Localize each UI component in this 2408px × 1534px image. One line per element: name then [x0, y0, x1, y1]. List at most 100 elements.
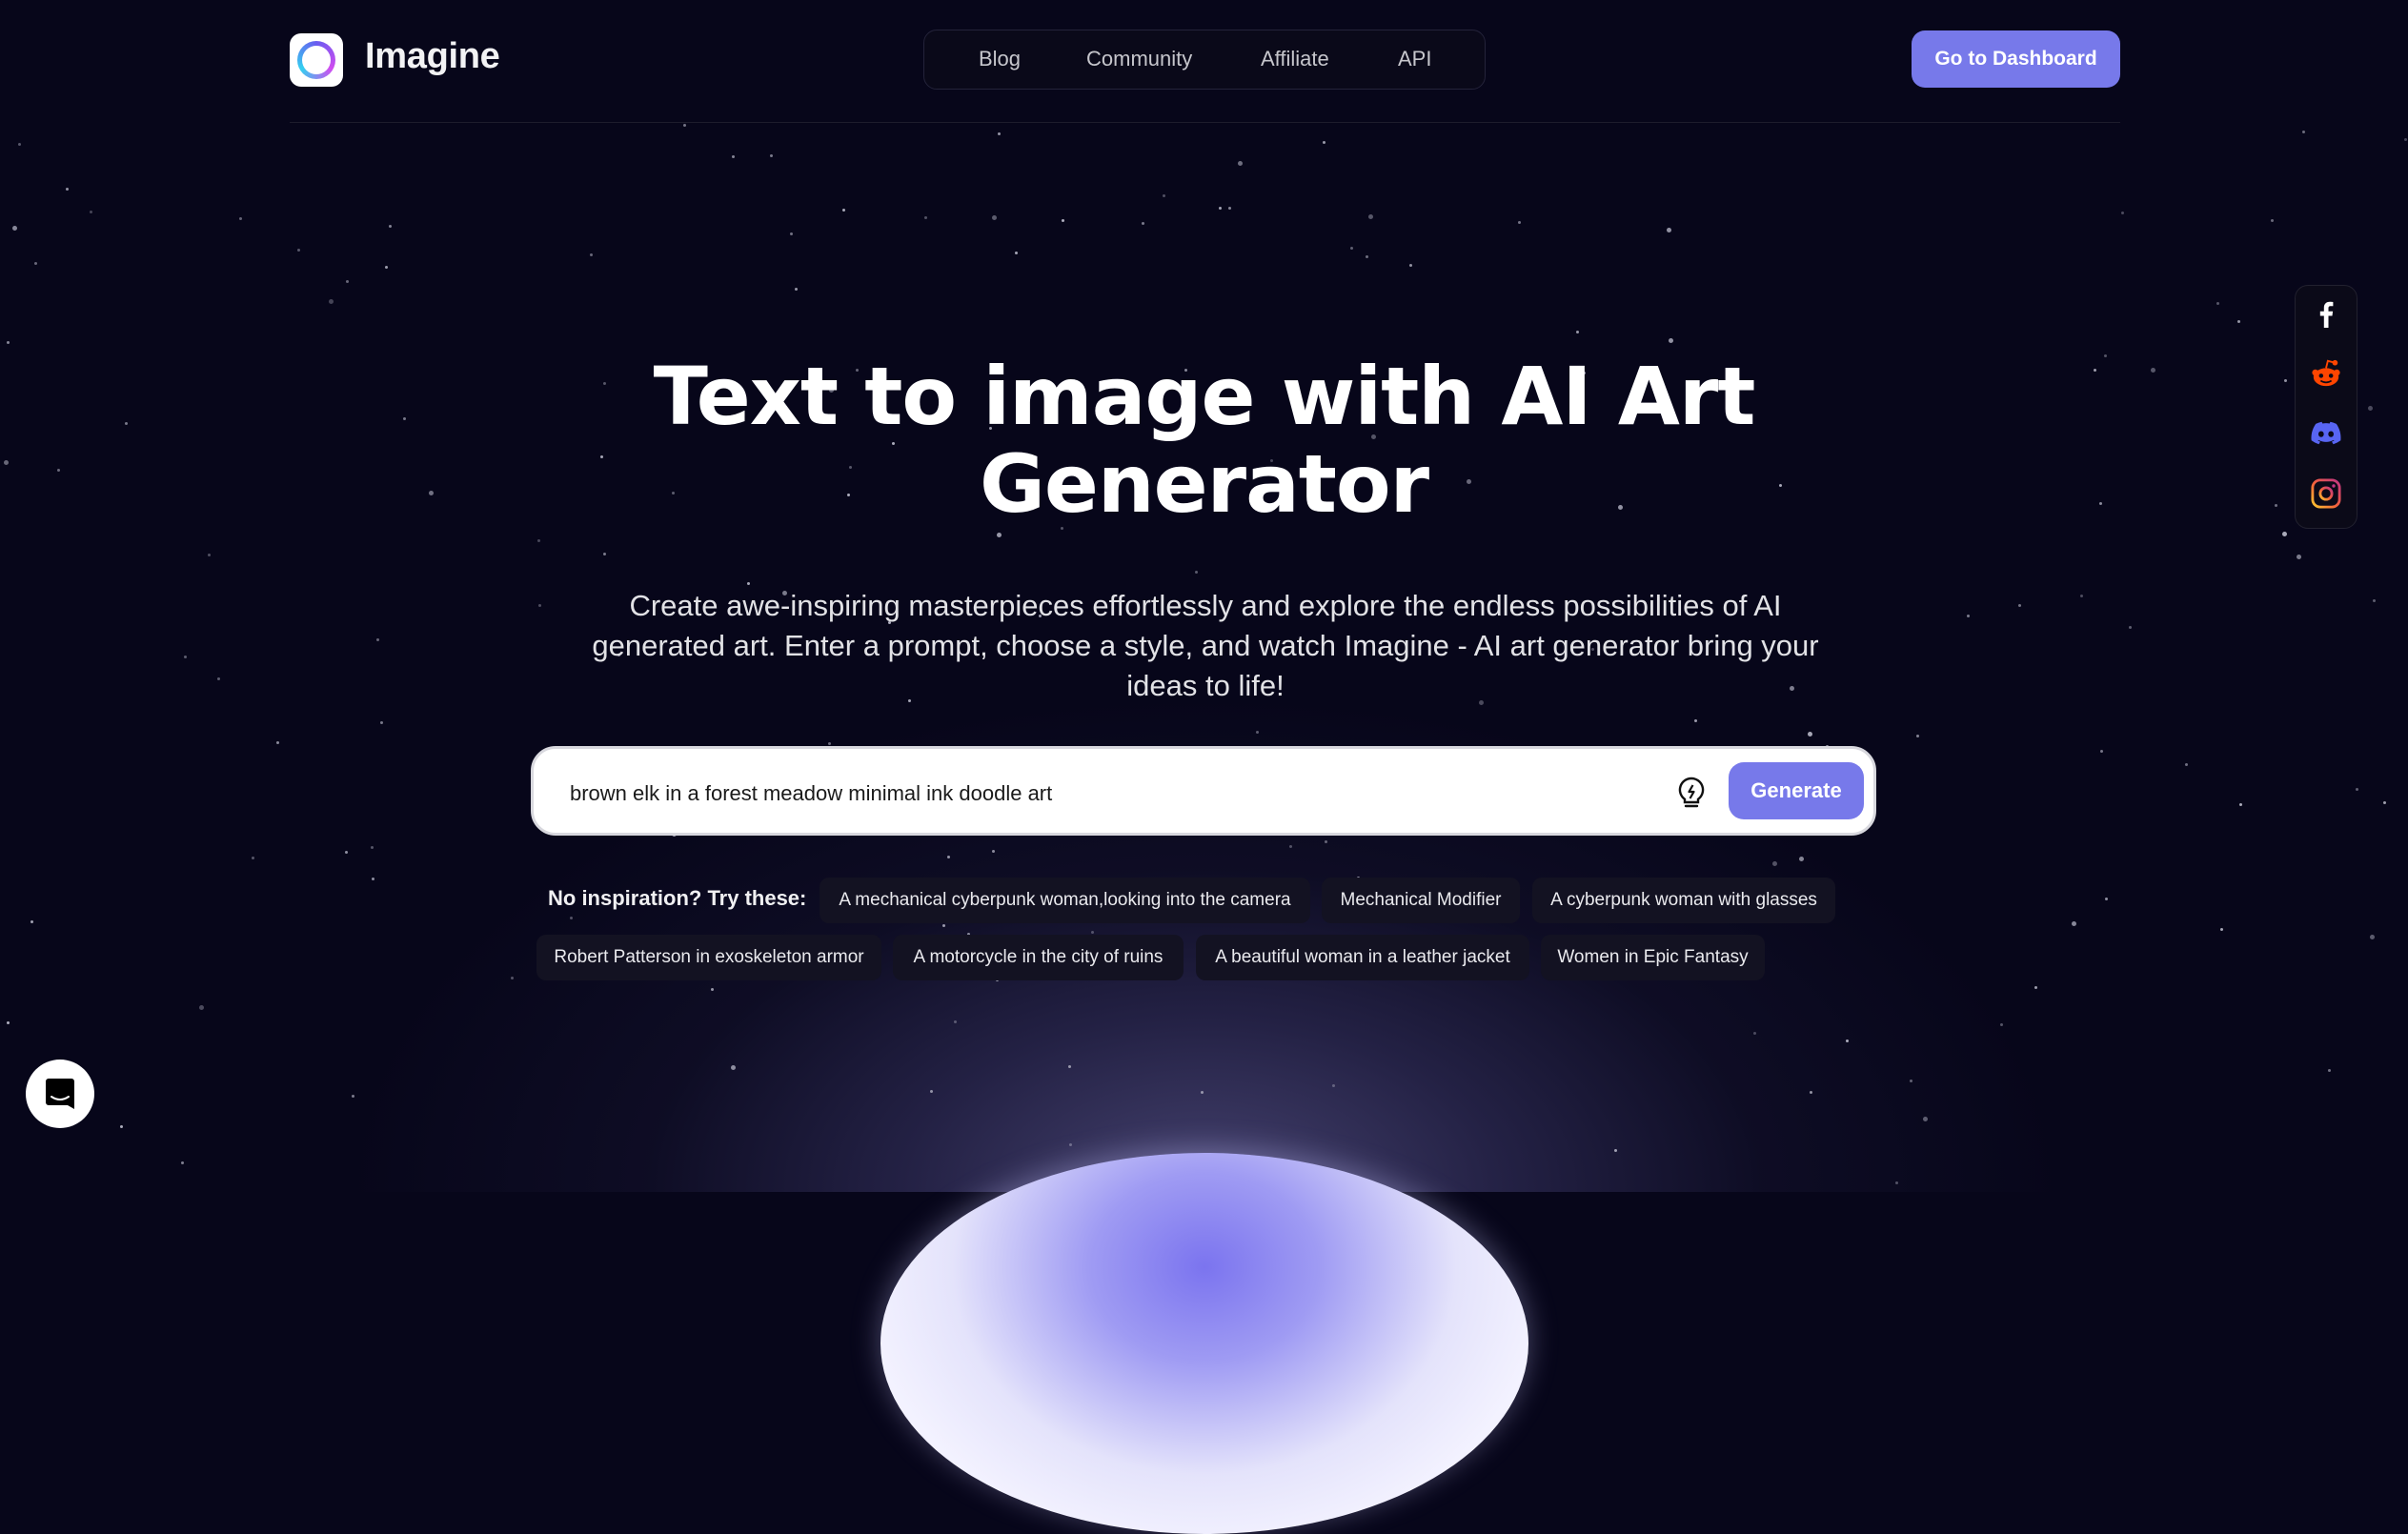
generate-button[interactable]: Generate — [1729, 762, 1864, 819]
star — [1368, 214, 1373, 219]
star — [120, 1125, 123, 1128]
star — [1810, 1091, 1812, 1094]
star — [352, 1095, 354, 1098]
star — [2237, 320, 2240, 323]
star — [992, 215, 997, 220]
inspiration-label: No inspiration? Try these: — [548, 886, 807, 910]
star — [376, 638, 379, 641]
star — [998, 132, 1001, 135]
star — [2239, 803, 2242, 806]
star — [590, 253, 593, 256]
star — [1091, 931, 1094, 934]
star — [1219, 207, 1222, 210]
star — [2018, 604, 2021, 607]
star — [380, 721, 383, 724]
chat-smile-icon — [46, 1079, 74, 1109]
star — [34, 262, 37, 265]
star — [711, 988, 714, 991]
star — [511, 977, 514, 979]
star — [66, 188, 69, 191]
star — [947, 856, 950, 858]
star — [1753, 1032, 1756, 1035]
brand-name[interactable]: Imagine — [365, 36, 500, 77]
star — [276, 741, 279, 744]
star — [2105, 898, 2108, 900]
suggestion-chip[interactable]: Robert Patterson in exoskeleton armor — [536, 935, 881, 980]
star — [2080, 595, 2083, 597]
hero-title-line1: Text to image with AI Art — [653, 350, 1756, 443]
star — [1325, 840, 1327, 843]
chat-widget-button[interactable] — [26, 1060, 94, 1128]
star — [2000, 1023, 2003, 1026]
hero-title-line2: Generator — [979, 437, 1429, 531]
star — [1163, 194, 1165, 197]
star — [732, 155, 735, 158]
star — [1614, 1149, 1617, 1152]
header-divider — [290, 122, 2120, 123]
nav-affiliate[interactable]: Affiliate — [1261, 47, 1329, 71]
star — [1910, 1080, 1912, 1082]
star — [2100, 750, 2103, 753]
star — [1366, 255, 1368, 258]
star — [2271, 219, 2274, 222]
star — [7, 1021, 10, 1024]
star — [1201, 1091, 1204, 1094]
suggestion-chip[interactable]: Women in Epic Fantasy — [1541, 935, 1765, 980]
star — [1069, 1143, 1072, 1146]
star — [184, 656, 187, 658]
suggestion-chip[interactable]: A cyberpunk woman with glasses — [1532, 878, 1835, 923]
star — [2216, 302, 2219, 305]
star — [371, 846, 374, 849]
star — [7, 341, 10, 344]
nav-blog[interactable]: Blog — [979, 47, 1021, 71]
star — [537, 539, 540, 542]
star — [1238, 161, 1243, 166]
star — [2370, 935, 2375, 939]
star — [954, 1020, 957, 1023]
star — [1799, 857, 1804, 861]
star — [2121, 212, 2124, 214]
prompt-bar: Generate — [531, 746, 1876, 836]
star — [385, 266, 388, 269]
star — [731, 1065, 736, 1070]
star — [1923, 1117, 1928, 1121]
star — [1518, 221, 1521, 224]
star — [2383, 801, 2386, 804]
star — [1015, 252, 1018, 254]
suggestion-chip[interactable]: A motorcycle in the city of ruins — [893, 935, 1184, 980]
star — [239, 217, 242, 220]
star — [181, 1161, 184, 1164]
lightbulb-bolt-icon[interactable] — [1672, 774, 1710, 812]
suggestion-chip[interactable]: Mechanical Modifier — [1322, 878, 1520, 923]
star — [18, 143, 21, 146]
star — [1228, 207, 1231, 210]
star — [1332, 1084, 1335, 1087]
star — [924, 216, 927, 219]
star — [1576, 331, 1579, 333]
facebook-icon[interactable] — [2311, 299, 2341, 330]
star — [1808, 732, 1812, 737]
star — [2129, 626, 2132, 629]
logo-icon[interactable] — [290, 33, 343, 87]
star — [1694, 719, 1697, 722]
star — [90, 211, 92, 213]
main-nav: Blog Community Affiliate API — [923, 30, 1486, 90]
star — [297, 249, 300, 252]
nav-api[interactable]: API — [1398, 47, 1431, 71]
star — [770, 154, 773, 157]
hero-title: Text to image with AI Art Generator — [0, 353, 2408, 528]
go-to-dashboard-button[interactable]: Go to Dashboard — [1912, 30, 2120, 88]
star — [329, 299, 334, 304]
star — [2220, 928, 2223, 931]
prompt-input[interactable] — [568, 774, 1620, 814]
star — [252, 857, 254, 859]
star — [2034, 986, 2037, 989]
hero-subtitle: Create awe-inspiring masterpieces effort… — [592, 589, 1819, 702]
star — [2297, 555, 2301, 559]
nav-community[interactable]: Community — [1086, 47, 1192, 71]
star — [1669, 338, 1673, 343]
star — [1967, 615, 1970, 617]
suggestion-chip[interactable]: A mechanical cyberpunk woman,looking int… — [820, 878, 1310, 923]
star — [747, 582, 750, 585]
suggestion-chip[interactable]: A beautiful woman in a leather jacket — [1196, 935, 1529, 980]
